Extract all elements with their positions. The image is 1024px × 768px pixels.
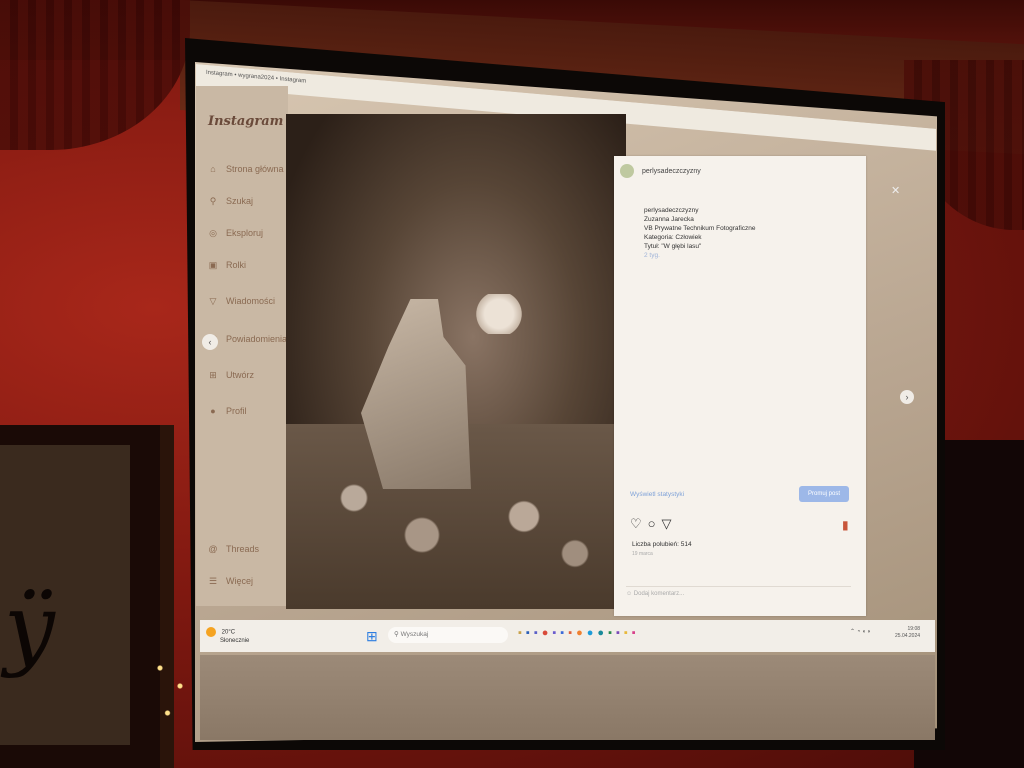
paint-icon[interactable]: ▪ xyxy=(568,627,576,639)
sidebar-item-home[interactable]: ⌂ Strona główna xyxy=(206,164,290,178)
teams-icon[interactable]: ▪ xyxy=(534,627,542,639)
frame-letter: ÿ xyxy=(4,575,55,680)
sidebar-item-reels[interactable]: ▣ Rolki xyxy=(206,260,290,274)
view-insights-link[interactable]: Wyświetl statystyki xyxy=(630,491,684,498)
search-icon: ⚲ xyxy=(209,196,217,206)
profile-icon: ● xyxy=(210,406,216,416)
sidebar-item-notifications[interactable]: ♡Powiadomienia xyxy=(206,334,290,348)
like-heart-icon[interactable]: ♡ xyxy=(630,516,648,531)
comment-bubble-icon[interactable]: ○ xyxy=(648,516,662,531)
clock-date: 25.04.2024 xyxy=(895,633,921,639)
post-caption: perlysadeczczyzny Zuzanna Jarecka VB Pry… xyxy=(644,206,854,260)
likes-count[interactable]: Liczba polubień: 514 xyxy=(632,541,692,548)
skype-icon[interactable]: ● xyxy=(587,627,598,639)
sun-icon xyxy=(206,627,216,637)
projected-browser-window: Instagram • wygrana2024 • Instagram Inst… xyxy=(196,64,936,654)
photo-person-hair xyxy=(474,294,524,334)
file-explorer-icon[interactable]: ▪ xyxy=(518,627,526,639)
instagram-app-icon[interactable]: ▪ xyxy=(632,627,640,639)
weather-widget[interactable]: 20°C Słonecznie xyxy=(206,627,249,645)
reels-icon: ▣ xyxy=(208,260,218,270)
next-post-arrow-icon[interactable]: › xyxy=(900,390,914,404)
system-tray-icons[interactable]: ⌃ ◔ ◖ ◗ xyxy=(850,628,871,635)
weather-temp: 20°C xyxy=(221,629,236,636)
caption-line-4: Tytuł: "W głębi lasu" xyxy=(644,243,702,250)
sidebar-item-search[interactable]: ⚲ Szukaj xyxy=(206,196,290,210)
app-orange-icon[interactable]: ● xyxy=(576,627,587,639)
previous-post-arrow-icon[interactable]: ‹ xyxy=(202,334,218,350)
caption-time: 2 tyg. xyxy=(644,252,660,259)
comment-input[interactable]: Dodaj komentarz... xyxy=(634,591,684,597)
emoji-icon[interactable]: ☺ xyxy=(626,591,634,597)
sidebar-item-threads[interactable]: @ Threads xyxy=(206,544,290,558)
folder-icon[interactable]: ▪ xyxy=(624,627,632,639)
caption-line-2: VB Prywatne Technikum Fotograficzne xyxy=(644,225,756,232)
sidebar-item-more[interactable]: ☰ Więcej xyxy=(206,576,290,590)
weather-desc: Słonecznie xyxy=(220,638,250,644)
word-icon[interactable]: ▪ xyxy=(526,627,534,639)
promote-post-button[interactable]: Promuj post xyxy=(799,486,849,502)
screen-bottom-margin xyxy=(200,655,935,740)
sidebar-item-explore[interactable]: ◎ Eksploruj xyxy=(206,228,290,242)
post-header: perlysadeczczyzny xyxy=(620,164,701,178)
caption-username[interactable]: perlysadeczczyzny xyxy=(644,206,854,215)
taskbar-clock[interactable]: 19:08 25.04.2024 xyxy=(895,626,920,640)
messages-icon: ▽ xyxy=(209,296,217,306)
close-icon[interactable]: ✕ xyxy=(891,184,900,197)
sidebar-item-create[interactable]: ⊞ Utwórz xyxy=(206,370,290,384)
home-icon: ⌂ xyxy=(210,164,216,174)
more-icon: ☰ xyxy=(208,576,218,586)
post-details-panel: perlysadeczczyzny perlysadeczczyzny Zuza… xyxy=(614,156,866,616)
save-icon[interactable]: ▪ xyxy=(560,627,568,639)
excel-icon[interactable]: ▪ xyxy=(608,627,616,639)
explore-icon: ◎ xyxy=(209,228,217,238)
sidebar-item-messages[interactable]: ▽ Wiadomości xyxy=(206,296,290,310)
pinned-apps: ▪▪▪●▪▪▪●●●▪▪▪▪ xyxy=(518,627,640,639)
bookmark-icon[interactable]: ▮ xyxy=(842,518,849,532)
caption-line-3: Kategoria: Człowiek xyxy=(644,234,702,241)
create-icon: ⊞ xyxy=(209,370,217,380)
post-date: 19 marca xyxy=(632,551,653,557)
caption-line-1: Zuzanna Jarecka xyxy=(644,216,694,223)
comment-input-row[interactable]: ☺ Dodaj komentarz... xyxy=(626,586,851,607)
share-send-icon[interactable]: ▽ xyxy=(662,516,678,531)
windows-start-icon[interactable]: ⊞ xyxy=(366,628,378,645)
edge-icon[interactable]: ● xyxy=(597,627,608,639)
app-purple-icon[interactable]: ▪ xyxy=(616,627,624,639)
avatar[interactable] xyxy=(620,164,634,178)
post-actions: ♡○▽ xyxy=(630,516,678,532)
chrome-icon[interactable]: ● xyxy=(542,627,553,639)
instagram-logo[interactable]: Instagram xyxy=(208,114,283,129)
sidebar-item-profile[interactable]: ● Profil xyxy=(206,406,290,420)
windows-taskbar: 20°C Słonecznie ⊞ ⚲ Wyszukaj ▪▪▪●▪▪▪●●●▪… xyxy=(200,620,935,652)
picture-frame: ÿ xyxy=(0,425,174,768)
taskbar-search-input[interactable]: ⚲ Wyszukaj xyxy=(388,627,508,643)
clock-time: 19:08 xyxy=(907,626,921,632)
threads-icon: @ xyxy=(208,544,218,554)
post-username[interactable]: perlysadeczczyzny xyxy=(642,168,701,175)
